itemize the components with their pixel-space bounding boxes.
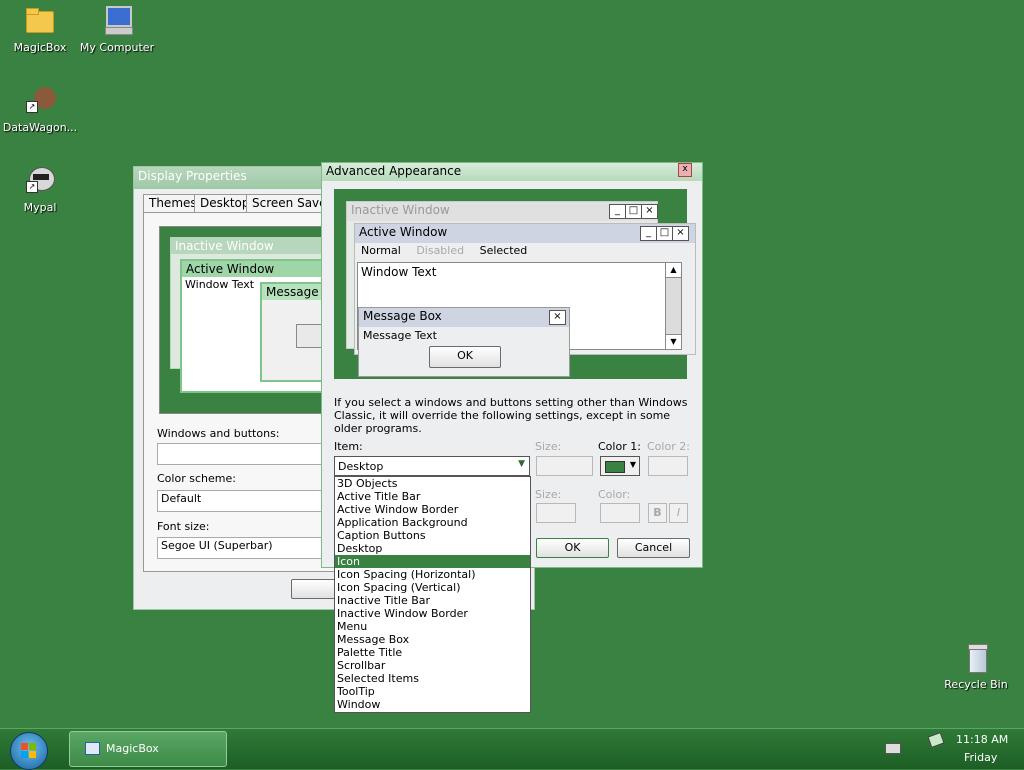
item-list-option[interactable]: Message Box <box>335 633 530 646</box>
scroll-up-icon: ▲ <box>666 263 681 278</box>
ok-button[interactable]: OK <box>536 538 609 558</box>
desktop-icon-my-computer[interactable]: My Computer <box>77 5 157 54</box>
font-size-label: Size: <box>535 488 562 501</box>
color2-picker[interactable] <box>648 456 688 476</box>
size-spinner[interactable] <box>536 456 593 476</box>
font-color-picker[interactable] <box>600 503 640 523</box>
menu-disabled: Disabled <box>416 244 465 257</box>
desktop-icon-label: Recycle Bin <box>944 678 1008 691</box>
color1-picker[interactable]: ▼ <box>600 456 640 476</box>
close-icon: × <box>549 310 566 325</box>
item-list-option[interactable]: Icon Spacing (Horizontal) <box>335 568 530 581</box>
cancel-button[interactable]: Cancel <box>617 538 690 558</box>
color1-swatch <box>605 461 625 473</box>
maximize-icon: □ <box>656 226 673 241</box>
item-select[interactable]: Desktop ▼ <box>334 456 530 476</box>
item-label: Item: <box>334 440 363 453</box>
window-icon <box>85 742 100 755</box>
keyboard-icon[interactable] <box>885 743 901 754</box>
item-dropdown-list[interactable]: 3D Objects Active Title Bar Active Window … <box>334 476 531 713</box>
item-list-option[interactable]: Inactive Title Bar <box>335 594 530 607</box>
preview-msgbox-title: Message Box <box>359 308 569 327</box>
computer-icon <box>101 5 133 37</box>
maximize-icon: □ <box>625 204 642 219</box>
desktop-icon-magicbox[interactable]: MagicBox <box>0 5 80 54</box>
desktop-icon-label: Mypal <box>23 201 57 214</box>
raccoon-icon: ↗ <box>24 165 56 197</box>
menu-normal: Normal <box>361 244 401 257</box>
desktop-icon-recycle-bin[interactable]: Recycle Bin <box>936 642 1016 691</box>
taskbar: MagicBox 11:18 AM Friday <box>0 728 1024 770</box>
chevron-down-icon: ▼ <box>518 459 525 469</box>
font-color-label: Color: <box>598 488 631 501</box>
item-list-option[interactable]: Window <box>335 698 530 711</box>
color-scheme-label: Color scheme: <box>157 472 236 485</box>
item-list-option[interactable]: Scrollbar <box>335 659 530 672</box>
clock-day: Friday <box>964 751 998 764</box>
preview-msgbox-text: Message Text <box>363 329 437 342</box>
item-list-option[interactable]: Active Title Bar <box>335 490 530 503</box>
item-list-option[interactable]: Palette Title <box>335 646 530 659</box>
start-button[interactable] <box>10 732 48 770</box>
color1-label: Color 1: <box>598 440 641 453</box>
windows-logo-icon <box>21 743 28 750</box>
size-label: Size: <box>535 440 562 453</box>
preview-menu-bar: Normal Disabled Selected <box>355 243 695 261</box>
desktop-icon-label: DataWagon... <box>2 121 78 134</box>
item-list-option[interactable]: ToolTip <box>335 685 530 698</box>
font-size-select[interactable] <box>536 503 576 523</box>
color-scheme-select[interactable]: Default <box>157 490 333 512</box>
windows-buttons-select[interactable] <box>157 443 333 465</box>
item-list-option[interactable]: Selected Items <box>335 672 530 685</box>
minimize-icon: _ <box>609 204 626 219</box>
font-size-label: Font size: <box>157 520 210 533</box>
item-list-option[interactable]: Caption Buttons <box>335 529 530 542</box>
preview-window-text: Window Text <box>361 265 437 279</box>
item-list-option[interactable]: Menu <box>335 620 530 633</box>
taskbar-item-magicbox[interactable]: MagicBox <box>69 731 227 767</box>
advanced-preview: Inactive Window _ □ × Active Window _ □ … <box>334 189 696 379</box>
desktop-icon-label: MagicBox <box>13 41 67 54</box>
font-size-select[interactable]: Segoe UI (Superbar) <box>157 537 333 559</box>
minimize-icon: _ <box>640 226 657 241</box>
chevron-down-icon: ▼ <box>629 460 636 469</box>
desktop-icon-label: My Computer <box>79 41 155 54</box>
folder-icon <box>24 5 56 37</box>
preview-message-box: Message Box × Message Text OK <box>358 307 570 377</box>
advanced-appearance-title: Advanced Appearance <box>322 163 702 181</box>
recycle-bin-icon <box>960 642 992 674</box>
windows-buttons-label: Windows and buttons: <box>157 427 280 440</box>
close-icon[interactable]: x <box>678 163 692 177</box>
bold-button[interactable]: B <box>648 503 667 523</box>
color2-label: Color 2: <box>647 440 690 453</box>
item-list-option[interactable]: Desktop <box>335 542 530 555</box>
desktop-icon-mypal[interactable]: ↗ Mypal <box>0 165 80 214</box>
taskbar-item-label: MagicBox <box>106 742 159 755</box>
item-list-option[interactable]: Application Background <box>335 516 530 529</box>
item-list-option[interactable]: Icon Spacing (Vertical) <box>335 581 530 594</box>
close-icon: × <box>672 226 689 241</box>
preview-scrollbar: ▲ ▼ <box>665 263 681 349</box>
item-list-option[interactable]: Inactive Window Border <box>335 607 530 620</box>
menu-selected: Selected <box>479 244 528 257</box>
item-list-option[interactable]: Active Window Border <box>335 503 530 516</box>
network-icon[interactable] <box>927 731 945 749</box>
close-icon: × <box>641 204 658 219</box>
clock-time[interactable]: 11:18 AM <box>956 733 1008 746</box>
item-list-option[interactable]: 3D Objects <box>335 477 530 490</box>
shortcut-icon: ↗ <box>24 85 56 117</box>
scroll-down-icon: ▼ <box>666 334 681 349</box>
desktop-icon-datawagon[interactable]: ↗ DataWagon... <box>0 85 80 134</box>
italic-button[interactable]: I <box>669 503 688 523</box>
preview-msgbox-ok: OK <box>429 346 501 368</box>
override-note: If you select a windows and buttons sett… <box>334 396 688 435</box>
item-select-value: Desktop <box>338 460 384 473</box>
item-list-option[interactable]: Icon <box>335 555 530 568</box>
